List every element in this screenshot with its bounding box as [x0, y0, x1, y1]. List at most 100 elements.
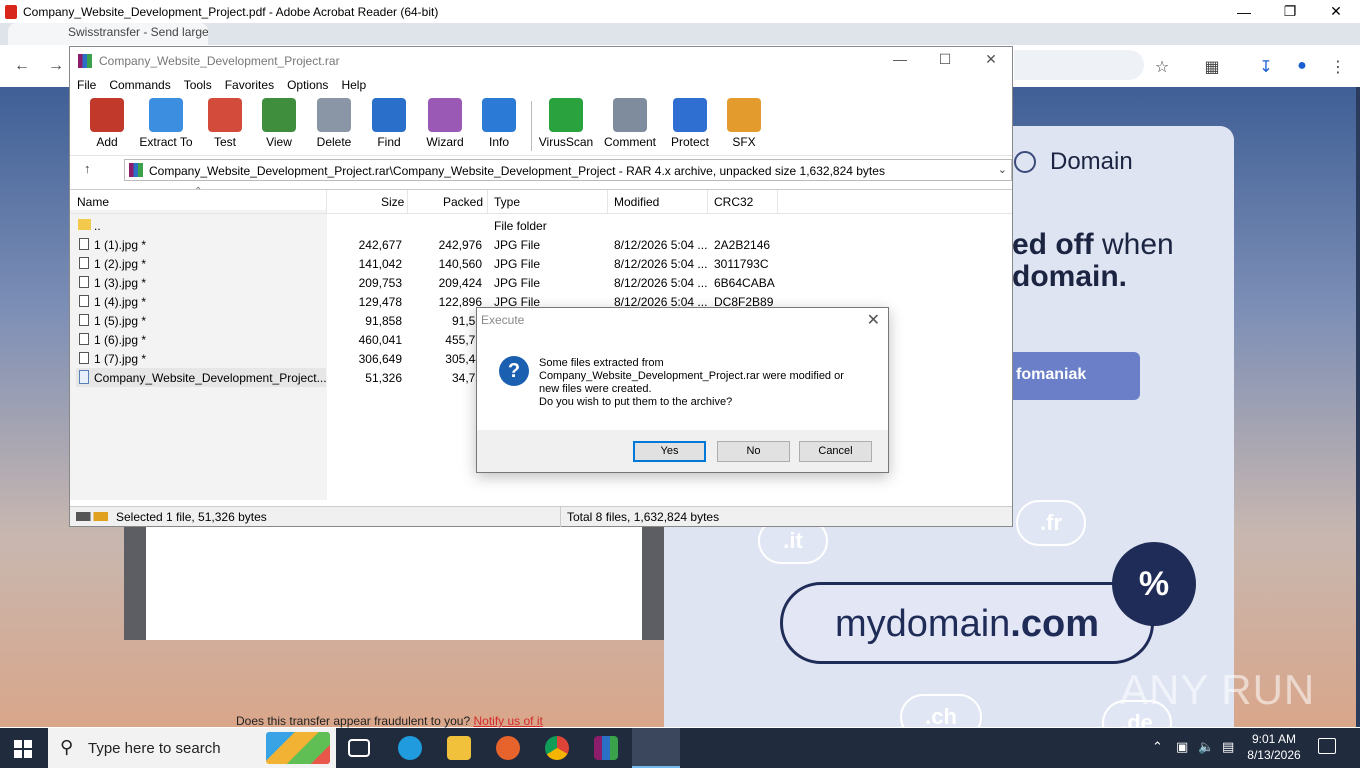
- clock[interactable]: 9:01 AM 8/13/2026: [1236, 731, 1312, 763]
- download-icon[interactable]: ↧: [1256, 57, 1276, 77]
- table-row[interactable]: 1 (2).jpg * 141,042 140,560 JPG File 8/12/20…: [70, 254, 1012, 273]
- find-button[interactable]: Find: [357, 98, 421, 149]
- notify-link[interactable]: Notify us of it: [473, 714, 542, 728]
- browser-tab[interactable]: Swisstransfer - Send large file: [8, 23, 208, 45]
- info-button[interactable]: Info: [467, 98, 531, 149]
- chevron-down-icon[interactable]: ⌄: [998, 163, 1007, 176]
- winrar-taskbar-icon[interactable]: [594, 736, 618, 760]
- task-view-icon[interactable]: [348, 739, 370, 757]
- chrome-icon[interactable]: [545, 736, 569, 760]
- tld-pill-fr: .fr: [1016, 500, 1086, 546]
- forward-icon[interactable]: →: [46, 57, 66, 75]
- cell-packed: 34,75: [451, 371, 482, 385]
- cell-name: Company_Website_Development_Project....: [76, 368, 326, 387]
- close-icon[interactable]: ✕: [976, 51, 1006, 68]
- firefox-icon[interactable]: [496, 736, 520, 760]
- sfx-button[interactable]: SFX: [712, 98, 776, 149]
- table-row[interactable]: 1 (3).jpg * 209,753 209,424 JPG File 8/12/20…: [70, 273, 1012, 292]
- delete-icon: [317, 98, 351, 132]
- up-arrow-icon[interactable]: ↑: [84, 161, 91, 176]
- minimize-icon[interactable]: —: [1221, 0, 1267, 23]
- maximize-icon[interactable]: ☐: [930, 51, 960, 68]
- notification-icon[interactable]: [1318, 738, 1336, 754]
- taskbar-search[interactable]: ⚲ Type here to search: [48, 728, 336, 768]
- menu-help[interactable]: Help: [341, 75, 366, 95]
- wizard-icon: [428, 98, 462, 132]
- extract-to-button[interactable]: Extract To: [134, 98, 198, 149]
- image-file-icon: [79, 257, 89, 269]
- restore-icon[interactable]: ❐: [1267, 0, 1313, 23]
- close-icon[interactable]: ✕: [867, 310, 880, 330]
- profile-icon[interactable]: ●: [1292, 57, 1312, 75]
- close-icon[interactable]: ✕: [1313, 0, 1359, 23]
- header-type[interactable]: Type: [494, 195, 520, 209]
- windows-start-icon[interactable]: [14, 740, 32, 758]
- minimize-icon[interactable]: —: [885, 51, 915, 67]
- extensions-icon[interactable]: ▦: [1202, 57, 1222, 77]
- folder-icon: [78, 219, 91, 230]
- no-button[interactable]: No: [717, 441, 790, 462]
- comment-button[interactable]: Comment: [598, 98, 662, 149]
- header-packed[interactable]: Packed: [443, 195, 483, 209]
- yes-button[interactable]: Yes: [633, 441, 706, 462]
- add-button[interactable]: Add: [75, 98, 139, 149]
- cell-type: JPG File: [494, 276, 541, 290]
- path-combobox[interactable]: Company_Website_Development_Project.rar\…: [124, 159, 1012, 181]
- header-crc32[interactable]: CRC32: [714, 195, 753, 209]
- menu-options[interactable]: Options: [287, 75, 328, 95]
- menu-icon[interactable]: ⋮: [1328, 57, 1348, 77]
- test-icon: [208, 98, 242, 132]
- menu-favorites[interactable]: Favorites: [225, 75, 274, 95]
- path-bar: ↑ Company_Website_Development_Project.ra…: [70, 155, 1012, 183]
- meet-now-icon[interactable]: ▣: [1176, 739, 1188, 755]
- table-row[interactable]: .. File folder: [70, 216, 1012, 235]
- back-icon[interactable]: ←: [12, 57, 32, 75]
- mydomain-pill: mydomain.com: [780, 582, 1154, 664]
- dialog-title: Execute: [481, 313, 525, 327]
- cell-size: 209,753: [358, 276, 402, 290]
- table-row[interactable]: 1 (1).jpg * 242,677 242,976 JPG File 8/12/20…: [70, 235, 1012, 254]
- cell-name: 1 (2).jpg *: [76, 254, 326, 273]
- cell-modified: 8/12/2026 5:04 ...: [614, 238, 708, 252]
- cell-packed: 242,976: [438, 238, 482, 252]
- acrobat-taskbar-button[interactable]: [632, 728, 680, 768]
- menu-commands[interactable]: Commands: [109, 75, 170, 95]
- menu-file[interactable]: File: [77, 75, 96, 95]
- network-icon[interactable]: ▤: [1222, 739, 1234, 755]
- image-file-icon: [79, 238, 89, 250]
- image-file-icon: [79, 276, 89, 288]
- status-total: Total 8 files, 1,632,824 bytes: [567, 510, 720, 524]
- file-explorer-icon[interactable]: [447, 736, 471, 760]
- virusscan-button[interactable]: VirusScan: [534, 98, 598, 149]
- header-name[interactable]: Name: [77, 195, 109, 209]
- execute-dialog: Execute ✕ ? Some files extracted from Co…: [476, 307, 889, 473]
- page-scrollbar[interactable]: [1356, 87, 1360, 727]
- chevron-up-icon[interactable]: ⌃: [1152, 739, 1163, 755]
- cell-size: 51,326: [365, 371, 402, 385]
- document-icon: [79, 370, 89, 384]
- cell-size: 91,858: [365, 314, 402, 328]
- header-modified[interactable]: Modified: [614, 195, 659, 209]
- promo-headline-line2: domain.: [1012, 260, 1128, 293]
- status-divider: [560, 507, 561, 527]
- protect-icon: [673, 98, 707, 132]
- address-bar[interactable]: [1014, 50, 1144, 80]
- cell-type: JPG File: [494, 257, 541, 271]
- toolbar-separator: [531, 101, 532, 151]
- taskbar: ⚲ Type here to search ⌃ ▣ 🔈 ▤ 9:01 AM 8/…: [0, 728, 1360, 768]
- comment-icon: [613, 98, 647, 132]
- menu-tools[interactable]: Tools: [184, 75, 212, 95]
- cell-name: 1 (3).jpg *: [76, 273, 326, 292]
- header-divider: [607, 190, 608, 214]
- star-icon[interactable]: ☆: [1152, 57, 1172, 77]
- cell-modified: 8/12/2026 5:04 ...: [614, 276, 708, 290]
- promo-button[interactable]: fomaniak: [1012, 352, 1140, 400]
- edge-icon[interactable]: [398, 736, 422, 760]
- menu-bar: File Commands Tools Favorites Options He…: [70, 75, 1012, 95]
- header-size[interactable]: Size: [381, 195, 404, 209]
- image-file-icon: [79, 295, 89, 307]
- volume-icon[interactable]: 🔈: [1198, 739, 1214, 755]
- cancel-button[interactable]: Cancel: [799, 441, 872, 462]
- header-divider: [777, 190, 778, 214]
- clock-time: 9:01 AM: [1251, 732, 1297, 746]
